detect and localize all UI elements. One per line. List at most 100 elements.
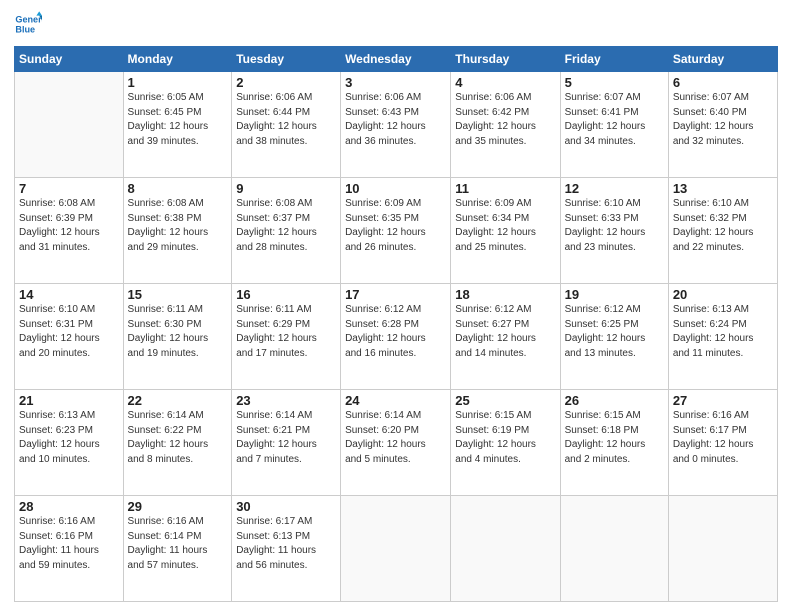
svg-text:Blue: Blue <box>15 24 35 34</box>
calendar-cell: 15Sunrise: 6:11 AM Sunset: 6:30 PM Dayli… <box>123 284 232 390</box>
day-number: 12 <box>565 181 664 196</box>
calendar-cell: 23Sunrise: 6:14 AM Sunset: 6:21 PM Dayli… <box>232 390 341 496</box>
day-detail: Sunrise: 6:11 AM Sunset: 6:29 PM Dayligh… <box>236 303 336 361</box>
day-detail: Sunrise: 6:14 AM Sunset: 6:22 PM Dayligh… <box>128 409 228 467</box>
calendar-cell: 6Sunrise: 6:07 AM Sunset: 6:40 PM Daylig… <box>668 72 777 178</box>
calendar-cell: 26Sunrise: 6:15 AM Sunset: 6:18 PM Dayli… <box>560 390 668 496</box>
day-detail: Sunrise: 6:17 AM Sunset: 6:13 PM Dayligh… <box>236 515 336 573</box>
calendar-cell <box>15 72 124 178</box>
day-detail: Sunrise: 6:10 AM Sunset: 6:31 PM Dayligh… <box>19 303 119 361</box>
day-detail: Sunrise: 6:09 AM Sunset: 6:34 PM Dayligh… <box>455 197 555 255</box>
day-number: 20 <box>673 287 773 302</box>
weekday-header-monday: Monday <box>123 47 232 72</box>
day-number: 15 <box>128 287 228 302</box>
calendar-cell: 20Sunrise: 6:13 AM Sunset: 6:24 PM Dayli… <box>668 284 777 390</box>
calendar-cell: 13Sunrise: 6:10 AM Sunset: 6:32 PM Dayli… <box>668 178 777 284</box>
calendar-cell: 25Sunrise: 6:15 AM Sunset: 6:19 PM Dayli… <box>451 390 560 496</box>
day-number: 13 <box>673 181 773 196</box>
day-number: 14 <box>19 287 119 302</box>
calendar-cell <box>668 496 777 602</box>
day-detail: Sunrise: 6:08 AM Sunset: 6:37 PM Dayligh… <box>236 197 336 255</box>
day-number: 22 <box>128 393 228 408</box>
calendar-cell: 1Sunrise: 6:05 AM Sunset: 6:45 PM Daylig… <box>123 72 232 178</box>
day-detail: Sunrise: 6:10 AM Sunset: 6:32 PM Dayligh… <box>673 197 773 255</box>
day-number: 17 <box>345 287 446 302</box>
calendar-cell: 27Sunrise: 6:16 AM Sunset: 6:17 PM Dayli… <box>668 390 777 496</box>
day-detail: Sunrise: 6:14 AM Sunset: 6:21 PM Dayligh… <box>236 409 336 467</box>
day-detail: Sunrise: 6:12 AM Sunset: 6:25 PM Dayligh… <box>565 303 664 361</box>
day-detail: Sunrise: 6:12 AM Sunset: 6:28 PM Dayligh… <box>345 303 446 361</box>
calendar-cell: 11Sunrise: 6:09 AM Sunset: 6:34 PM Dayli… <box>451 178 560 284</box>
day-detail: Sunrise: 6:06 AM Sunset: 6:42 PM Dayligh… <box>455 91 555 149</box>
calendar-cell <box>560 496 668 602</box>
calendar-cell: 3Sunrise: 6:06 AM Sunset: 6:43 PM Daylig… <box>341 72 451 178</box>
day-number: 3 <box>345 75 446 90</box>
day-detail: Sunrise: 6:06 AM Sunset: 6:44 PM Dayligh… <box>236 91 336 149</box>
weekday-header-thursday: Thursday <box>451 47 560 72</box>
calendar-cell: 19Sunrise: 6:12 AM Sunset: 6:25 PM Dayli… <box>560 284 668 390</box>
day-number: 21 <box>19 393 119 408</box>
day-number: 25 <box>455 393 555 408</box>
day-detail: Sunrise: 6:16 AM Sunset: 6:17 PM Dayligh… <box>673 409 773 467</box>
calendar-cell: 24Sunrise: 6:14 AM Sunset: 6:20 PM Dayli… <box>341 390 451 496</box>
day-detail: Sunrise: 6:07 AM Sunset: 6:40 PM Dayligh… <box>673 91 773 149</box>
weekday-header-wednesday: Wednesday <box>341 47 451 72</box>
calendar-cell: 12Sunrise: 6:10 AM Sunset: 6:33 PM Dayli… <box>560 178 668 284</box>
calendar-cell: 18Sunrise: 6:12 AM Sunset: 6:27 PM Dayli… <box>451 284 560 390</box>
day-detail: Sunrise: 6:08 AM Sunset: 6:38 PM Dayligh… <box>128 197 228 255</box>
calendar-cell <box>341 496 451 602</box>
day-number: 10 <box>345 181 446 196</box>
svg-text:General: General <box>15 15 42 25</box>
calendar-cell: 14Sunrise: 6:10 AM Sunset: 6:31 PM Dayli… <box>15 284 124 390</box>
calendar-cell: 21Sunrise: 6:13 AM Sunset: 6:23 PM Dayli… <box>15 390 124 496</box>
calendar-cell: 9Sunrise: 6:08 AM Sunset: 6:37 PM Daylig… <box>232 178 341 284</box>
day-detail: Sunrise: 6:05 AM Sunset: 6:45 PM Dayligh… <box>128 91 228 149</box>
day-detail: Sunrise: 6:07 AM Sunset: 6:41 PM Dayligh… <box>565 91 664 149</box>
day-number: 23 <box>236 393 336 408</box>
day-number: 4 <box>455 75 555 90</box>
day-detail: Sunrise: 6:15 AM Sunset: 6:18 PM Dayligh… <box>565 409 664 467</box>
day-number: 26 <box>565 393 664 408</box>
day-detail: Sunrise: 6:16 AM Sunset: 6:14 PM Dayligh… <box>128 515 228 573</box>
calendar-cell: 28Sunrise: 6:16 AM Sunset: 6:16 PM Dayli… <box>15 496 124 602</box>
day-detail: Sunrise: 6:16 AM Sunset: 6:16 PM Dayligh… <box>19 515 119 573</box>
weekday-header-sunday: Sunday <box>15 47 124 72</box>
day-detail: Sunrise: 6:11 AM Sunset: 6:30 PM Dayligh… <box>128 303 228 361</box>
day-number: 6 <box>673 75 773 90</box>
day-number: 2 <box>236 75 336 90</box>
calendar-table: SundayMondayTuesdayWednesdayThursdayFrid… <box>14 46 778 602</box>
day-detail: Sunrise: 6:10 AM Sunset: 6:33 PM Dayligh… <box>565 197 664 255</box>
weekday-header-tuesday: Tuesday <box>232 47 341 72</box>
weekday-header-saturday: Saturday <box>668 47 777 72</box>
day-detail: Sunrise: 6:09 AM Sunset: 6:35 PM Dayligh… <box>345 197 446 255</box>
calendar-cell: 7Sunrise: 6:08 AM Sunset: 6:39 PM Daylig… <box>15 178 124 284</box>
day-detail: Sunrise: 6:06 AM Sunset: 6:43 PM Dayligh… <box>345 91 446 149</box>
day-number: 24 <box>345 393 446 408</box>
day-number: 5 <box>565 75 664 90</box>
day-number: 1 <box>128 75 228 90</box>
day-number: 19 <box>565 287 664 302</box>
day-number: 28 <box>19 499 119 514</box>
weekday-header-friday: Friday <box>560 47 668 72</box>
day-number: 16 <box>236 287 336 302</box>
day-number: 9 <box>236 181 336 196</box>
day-number: 18 <box>455 287 555 302</box>
page-header: General Blue <box>14 10 778 38</box>
calendar-cell: 16Sunrise: 6:11 AM Sunset: 6:29 PM Dayli… <box>232 284 341 390</box>
day-number: 27 <box>673 393 773 408</box>
day-number: 7 <box>19 181 119 196</box>
calendar-cell: 22Sunrise: 6:14 AM Sunset: 6:22 PM Dayli… <box>123 390 232 496</box>
day-number: 11 <box>455 181 555 196</box>
calendar-cell: 5Sunrise: 6:07 AM Sunset: 6:41 PM Daylig… <box>560 72 668 178</box>
calendar-cell: 30Sunrise: 6:17 AM Sunset: 6:13 PM Dayli… <box>232 496 341 602</box>
day-detail: Sunrise: 6:08 AM Sunset: 6:39 PM Dayligh… <box>19 197 119 255</box>
day-detail: Sunrise: 6:13 AM Sunset: 6:24 PM Dayligh… <box>673 303 773 361</box>
calendar-cell: 10Sunrise: 6:09 AM Sunset: 6:35 PM Dayli… <box>341 178 451 284</box>
day-detail: Sunrise: 6:12 AM Sunset: 6:27 PM Dayligh… <box>455 303 555 361</box>
logo: General Blue <box>14 10 46 38</box>
calendar-cell: 8Sunrise: 6:08 AM Sunset: 6:38 PM Daylig… <box>123 178 232 284</box>
day-detail: Sunrise: 6:13 AM Sunset: 6:23 PM Dayligh… <box>19 409 119 467</box>
calendar-cell: 17Sunrise: 6:12 AM Sunset: 6:28 PM Dayli… <box>341 284 451 390</box>
day-number: 30 <box>236 499 336 514</box>
day-detail: Sunrise: 6:14 AM Sunset: 6:20 PM Dayligh… <box>345 409 446 467</box>
